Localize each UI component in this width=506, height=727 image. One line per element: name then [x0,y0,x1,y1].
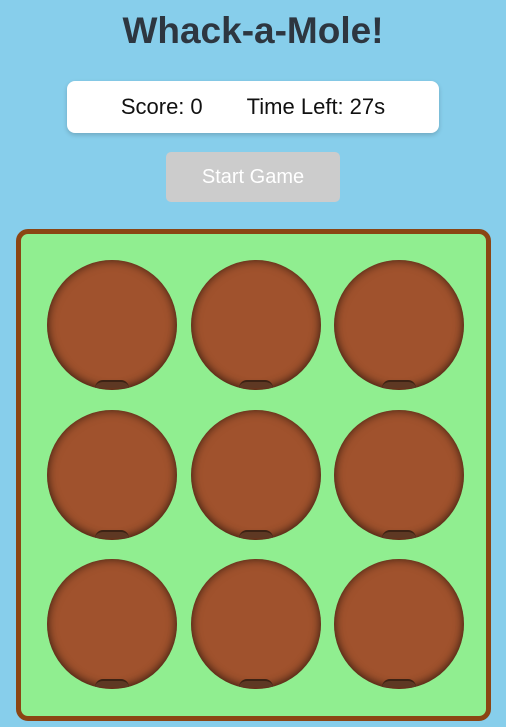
score-display: Score: 0 [121,94,203,120]
page-title: Whack-a-Mole! [122,10,384,51]
game-board [16,229,491,721]
score-value: 0 [190,94,203,119]
mole-4[interactable] [95,530,129,538]
mole-8[interactable] [239,679,273,687]
mole-hole-4[interactable] [47,410,177,540]
mole-hole-3[interactable] [334,260,464,390]
mole-hole-5[interactable] [191,410,321,540]
mole-hole-8[interactable] [191,559,321,689]
mole-1[interactable] [95,380,129,388]
time-left-value: 27s [349,94,386,119]
mole-hole-2[interactable] [191,260,321,390]
mole-2[interactable] [239,380,273,388]
timer-display: Time Left: 27s [247,94,385,120]
scoreboard: Score: 0 Time Left: 27s [67,81,439,133]
mole-5[interactable] [239,530,273,538]
game-page: Whack-a-Mole! Score: 0 Time Left: 27s St… [0,0,506,727]
mole-7[interactable] [95,679,129,687]
start-game-button[interactable]: Start Game [166,152,340,202]
time-left-label: Time Left: [246,94,344,119]
mole-hole-6[interactable] [334,410,464,540]
mole-hole-1[interactable] [47,260,177,390]
mole-3[interactable] [382,380,416,388]
mole-hole-9[interactable] [334,559,464,689]
mole-hole-7[interactable] [47,559,177,689]
mole-9[interactable] [382,679,416,687]
score-label: Score: [120,94,185,119]
mole-6[interactable] [382,530,416,538]
